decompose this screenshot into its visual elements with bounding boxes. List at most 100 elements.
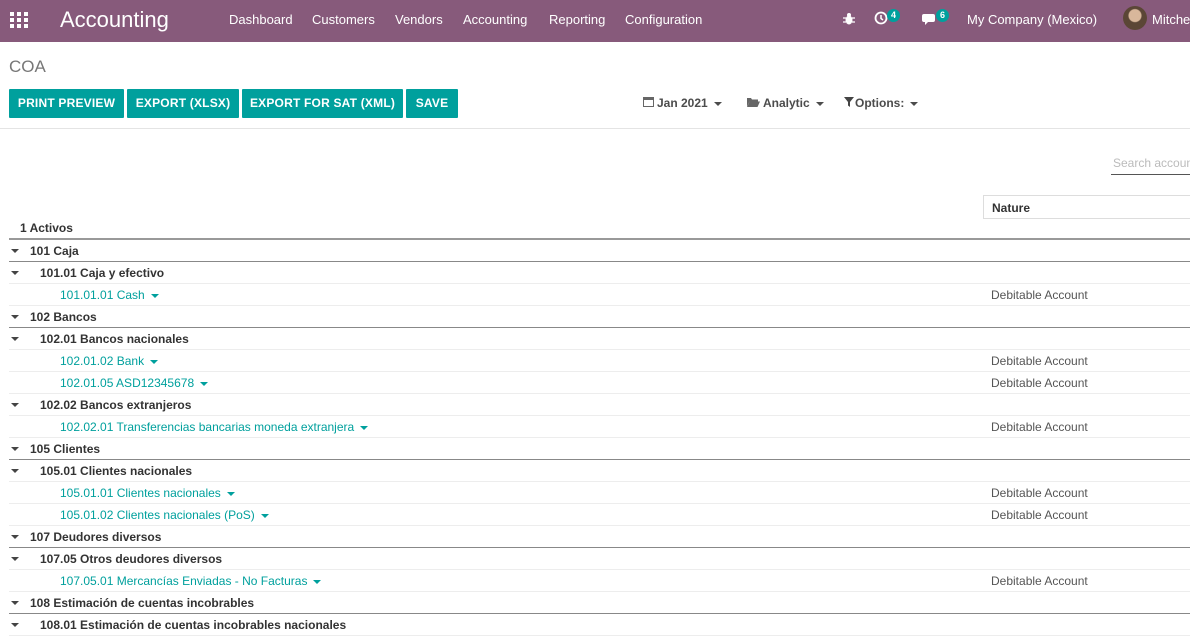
fold-caret-icon[interactable] <box>11 623 19 627</box>
table-row[interactable]: 108 Estimación de cuentas incobrables <box>9 592 1190 614</box>
nature-cell: Debitable Account <box>991 574 1088 588</box>
calendar-icon <box>643 96 654 110</box>
account-name[interactable]: 102.02.01 Transferencias bancarias moned… <box>60 420 354 434</box>
company-switcher[interactable]: My Company (Mexico) <box>967 12 1097 27</box>
options-filter-dropdown[interactable]: Options: <box>844 96 919 110</box>
account-label[interactable]: 102.01.02 Bank <box>60 350 159 372</box>
menu-configuration[interactable]: Configuration <box>625 12 702 28</box>
account-label[interactable]: 105.01.02 Clientes nacionales (PoS) <box>60 504 269 526</box>
account-name[interactable]: 105.01.01 Clientes nacionales <box>60 486 221 500</box>
account-label: 108 Estimación de cuentas incobrables <box>30 592 254 614</box>
fold-caret-icon[interactable] <box>11 271 19 275</box>
user-menu[interactable]: Mitchell Admin <box>1152 12 1190 27</box>
top-navbar: Accounting Dashboard Customers Vendors A… <box>0 0 1190 42</box>
fold-caret-icon[interactable] <box>11 403 19 407</box>
account-name: 108.01 Estimación de cuentas incobrables… <box>40 618 347 632</box>
account-label[interactable]: 102.01.05 ASD12345678 <box>60 372 209 394</box>
export-xlsx-button[interactable]: EXPORT (XLSX) <box>127 89 239 118</box>
chevron-down-icon[interactable] <box>313 579 322 584</box>
account-name[interactable]: 102.01.05 ASD12345678 <box>60 376 194 390</box>
date-filter-dropdown[interactable]: Jan 2021 <box>643 96 722 110</box>
menu-accounting[interactable]: Accounting <box>463 12 527 28</box>
fold-caret-icon[interactable] <box>11 447 19 451</box>
fold-caret-icon[interactable] <box>11 249 19 253</box>
chevron-down-icon[interactable] <box>200 381 209 386</box>
table-row[interactable]: 105.01.02 Clientes nacionales (PoS) Debit… <box>9 504 1190 526</box>
table-row[interactable]: 107.05.01 Mercancías Enviadas - No Factu… <box>9 570 1190 592</box>
table-row[interactable]: 102.02.01 Transferencias bancarias moned… <box>9 416 1190 438</box>
analytic-filter-dropdown[interactable]: Analytic <box>747 96 824 110</box>
accounts-table: 1 Activos 101 Caja 101.01 Caja y efectivo 1… <box>9 217 1190 636</box>
table-row[interactable]: 102.01.02 Bank Debitable Account <box>9 350 1190 372</box>
table-row[interactable]: 107 Deudores diversos <box>9 526 1190 548</box>
account-label[interactable]: 102.02.01 Transferencias bancarias moned… <box>60 416 369 438</box>
table-row[interactable]: 1 Activos <box>9 217 1190 240</box>
chevron-down-icon <box>910 101 919 106</box>
account-name[interactable]: 105.01.02 Clientes nacionales (PoS) <box>60 508 255 522</box>
account-name[interactable]: 102.01.02 Bank <box>60 354 144 368</box>
fold-caret-icon[interactable] <box>11 601 19 605</box>
chevron-down-icon <box>713 101 722 106</box>
folder-open-icon <box>747 96 760 110</box>
options-filter-label: Options: <box>855 96 905 110</box>
menu-dashboard[interactable]: Dashboard <box>229 12 293 28</box>
nature-cell: Debitable Account <box>991 486 1088 500</box>
account-label[interactable]: 101.01.01 Cash <box>60 284 159 306</box>
account-label: 107 Deudores diversos <box>30 526 161 548</box>
table-row[interactable]: 101.01 Caja y efectivo <box>9 262 1190 284</box>
chevron-down-icon[interactable] <box>150 293 159 298</box>
table-row[interactable]: 102.02 Bancos extranjeros <box>9 394 1190 416</box>
account-label: 102.01 Bancos nacionales <box>40 328 189 350</box>
date-filter-label: Jan 2021 <box>657 96 708 110</box>
chevron-down-icon[interactable] <box>260 513 269 518</box>
messages-badge: 6 <box>936 9 949 22</box>
nature-column-header: Nature <box>983 195 1190 219</box>
user-avatar[interactable] <box>1123 6 1147 30</box>
account-name: 102.02 Bancos extranjeros <box>40 398 192 412</box>
account-name: 102 Bancos <box>30 310 97 324</box>
table-row[interactable]: 102 Bancos <box>9 306 1190 328</box>
fold-caret-icon[interactable] <box>11 535 19 539</box>
nature-cell: Debitable Account <box>991 354 1088 368</box>
chevron-down-icon[interactable] <box>226 491 235 496</box>
table-row[interactable]: 102.01 Bancos nacionales <box>9 328 1190 350</box>
table-row[interactable]: 102.01.05 ASD12345678 Debitable Account <box>9 372 1190 394</box>
table-row[interactable]: 105.01.01 Clientes nacionales Debitable A… <box>9 482 1190 504</box>
table-row[interactable]: 101 Caja <box>9 240 1190 262</box>
chevron-down-icon[interactable] <box>150 359 159 364</box>
table-row[interactable]: 107.05 Otros deudores diversos <box>9 548 1190 570</box>
account-label: 105.01 Clientes nacionales <box>40 460 192 482</box>
menu-vendors[interactable]: Vendors <box>395 12 443 28</box>
account-name: 101 Caja <box>30 244 79 258</box>
fold-caret-icon[interactable] <box>11 557 19 561</box>
activity-clock-icon[interactable] <box>874 11 888 29</box>
menu-reporting[interactable]: Reporting <box>549 12 605 28</box>
nature-cell: Debitable Account <box>991 376 1088 390</box>
chevron-down-icon[interactable] <box>360 425 369 430</box>
account-name: 1 Activos <box>20 221 73 235</box>
account-name[interactable]: 101.01.01 Cash <box>60 288 145 302</box>
account-label: 105 Clientes <box>30 438 100 460</box>
table-row[interactable]: 108.01 Estimación de cuentas incobrables… <box>9 614 1190 636</box>
account-name: 102.01 Bancos nacionales <box>40 332 189 346</box>
debug-bug-icon[interactable] <box>842 12 856 30</box>
account-label: 102 Bancos <box>30 306 97 328</box>
fold-caret-icon[interactable] <box>11 469 19 473</box>
account-name[interactable]: 107.05.01 Mercancías Enviadas - No Factu… <box>60 574 307 588</box>
analytic-filter-label: Analytic <box>763 96 810 110</box>
menu-customers[interactable]: Customers <box>312 12 375 28</box>
table-row[interactable]: 101.01.01 Cash Debitable Account <box>9 284 1190 306</box>
print-preview-button[interactable]: PRINT PREVIEW <box>9 89 124 118</box>
table-row[interactable]: 105 Clientes <box>9 438 1190 460</box>
app-title[interactable]: Accounting <box>60 6 169 34</box>
search-account-input[interactable]: Search account <box>1111 153 1190 175</box>
account-label[interactable]: 105.01.01 Clientes nacionales <box>60 482 235 504</box>
fold-caret-icon[interactable] <box>11 315 19 319</box>
table-row[interactable]: 105.01 Clientes nacionales <box>9 460 1190 482</box>
export-sat-xml-button[interactable]: EXPORT FOR SAT (XML) <box>242 89 403 118</box>
fold-caret-icon[interactable] <box>11 337 19 341</box>
apps-menu-icon[interactable] <box>10 12 28 28</box>
save-button[interactable]: SAVE <box>406 89 458 118</box>
account-label[interactable]: 107.05.01 Mercancías Enviadas - No Factu… <box>60 570 322 592</box>
nature-cell: Debitable Account <box>991 420 1088 434</box>
